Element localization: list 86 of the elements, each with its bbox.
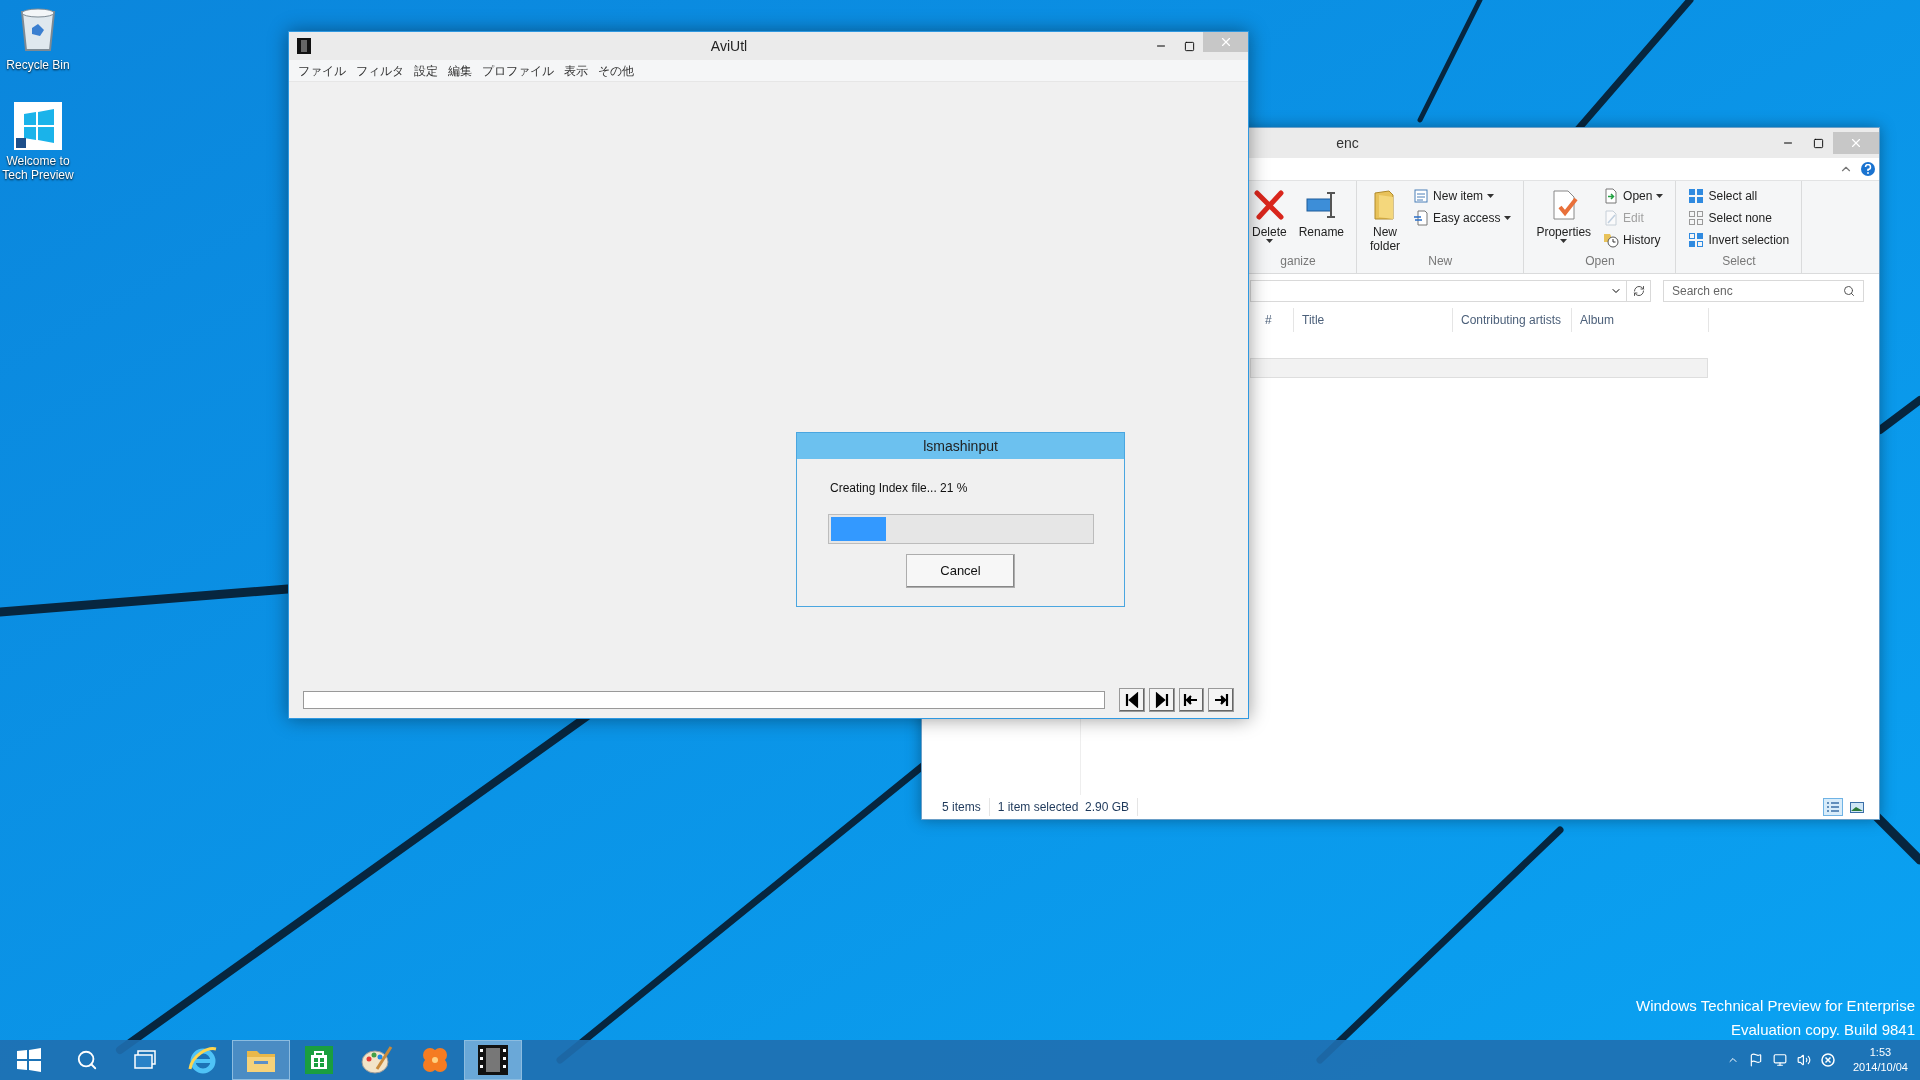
column-header[interactable]: Contributing artists xyxy=(1453,308,1572,332)
column-header[interactable]: Title xyxy=(1294,308,1453,332)
dropdown-caret-icon xyxy=(1487,194,1495,198)
search-input[interactable]: Search enc xyxy=(1672,282,1843,300)
browser-e-icon xyxy=(188,1045,218,1075)
details-view-icon[interactable] xyxy=(1823,798,1843,816)
edition-text: Windows Technical Preview for Enterprise xyxy=(1636,996,1915,1016)
volume-icon[interactable] xyxy=(1796,1053,1811,1067)
next-arrow-icon xyxy=(1153,692,1170,708)
ribbon-small-button[interactable]: History xyxy=(1599,229,1668,251)
paint-palette-icon xyxy=(361,1045,393,1075)
windows-logo-shortcut-icon[interactable] xyxy=(14,102,62,150)
maximize-icon xyxy=(1183,40,1195,52)
progress-message: Creating Index file... 21 % xyxy=(830,480,969,497)
invert-grid-icon xyxy=(1688,232,1705,248)
ribbon-small-button[interactable]: Select none xyxy=(1684,207,1794,229)
clock[interactable]: 1:53 2014/10/04 xyxy=(1852,1045,1908,1075)
edit-pencil-icon xyxy=(1603,210,1620,226)
search-icon[interactable] xyxy=(1843,285,1855,297)
next-frame-button[interactable] xyxy=(1148,688,1175,712)
ribbon-large-button[interactable]: Delete xyxy=(1248,185,1291,243)
grid-outline-icon xyxy=(1688,210,1705,226)
ribbon-large-button[interactable]: New folder xyxy=(1365,185,1406,253)
dropdown-caret-icon xyxy=(1560,239,1568,243)
ribbon-group-label: Select xyxy=(1721,253,1757,270)
maximize-icon xyxy=(1812,137,1824,149)
ribbon-small-button[interactable]: New item xyxy=(1409,185,1516,207)
menu-item[interactable]: 表示 xyxy=(559,61,593,80)
close-icon xyxy=(1849,136,1863,150)
easy-access-icon xyxy=(1413,210,1430,226)
clover-icon xyxy=(420,1045,450,1075)
windows-logo-icon xyxy=(17,1048,41,1072)
ribbon-group-label: New xyxy=(1427,253,1454,270)
help-icon[interactable] xyxy=(1861,162,1875,176)
ribbon-small-button[interactable]: Easy access xyxy=(1409,207,1516,229)
ribbon-group-label: ganize xyxy=(1279,253,1317,270)
search-icon xyxy=(76,1049,98,1071)
column-header[interactable]: # xyxy=(1257,308,1294,332)
last-frame-button[interactable] xyxy=(1208,688,1234,712)
menu-item[interactable]: その他 xyxy=(593,61,639,80)
edition-text: Evaluation copy. Build 9841 xyxy=(1731,1020,1915,1040)
prev-arrow-icon xyxy=(1124,692,1140,708)
ribbon-small-button[interactable]: Invert selection xyxy=(1684,229,1794,251)
ribbon-group-label: Open xyxy=(1584,253,1616,270)
desktop-icon-label[interactable]: Recycle Bin xyxy=(6,58,70,72)
dropdown-caret-icon xyxy=(1265,239,1273,243)
circle-x-icon[interactable] xyxy=(1820,1053,1835,1067)
search-field[interactable]: Search enc xyxy=(1663,280,1864,302)
film-strip-icon xyxy=(478,1045,508,1075)
window-title: enc xyxy=(1335,133,1360,153)
first-arrow-icon xyxy=(1183,692,1200,708)
status-text: 1 item selected 2.90 GB xyxy=(989,798,1139,816)
desktop-icon-label[interactable]: Welcome to Tech Preview xyxy=(0,154,76,182)
menu-item[interactable]: 設定 xyxy=(409,61,443,80)
column-header[interactable]: Album xyxy=(1572,308,1709,332)
dialog-title: lsmashinput xyxy=(797,433,1124,459)
new-item-icon xyxy=(1413,188,1430,204)
last-arrow-icon xyxy=(1213,692,1230,708)
grid-icon xyxy=(1688,188,1705,204)
task-view-icon xyxy=(133,1050,157,1070)
taskbar-button[interactable] xyxy=(464,1040,522,1080)
x-mark-icon xyxy=(1253,189,1286,221)
status-text: 5 items xyxy=(934,798,990,816)
shopping-bag-icon xyxy=(305,1046,333,1074)
text-box-cursor-icon xyxy=(1305,189,1338,221)
ribbon-small-button[interactable]: Select all xyxy=(1684,185,1794,207)
prev-frame-button[interactable] xyxy=(1119,688,1145,712)
flag-icon[interactable] xyxy=(1748,1053,1763,1067)
dropdown-caret-icon xyxy=(1504,216,1512,220)
network-icon[interactable] xyxy=(1772,1053,1787,1067)
history-clock-icon xyxy=(1603,232,1620,248)
window-title: AviUtl xyxy=(709,36,749,56)
menu-item[interactable]: フィルタ xyxy=(351,61,409,80)
ribbon-large-button[interactable]: Rename xyxy=(1294,185,1349,239)
refresh-icon[interactable] xyxy=(1632,285,1645,297)
seek-bar[interactable] xyxy=(303,691,1106,709)
menu-item[interactable]: プロファイル xyxy=(477,61,559,80)
menu-item[interactable]: 編集 xyxy=(443,61,477,80)
dropdown-caret-icon xyxy=(1656,194,1664,198)
ribbon-large-button[interactable]: Properties xyxy=(1532,185,1596,243)
menu-item[interactable]: ファイル xyxy=(293,61,351,80)
open-arrow-icon xyxy=(1603,188,1620,204)
cancel-button[interactable]: Cancel xyxy=(906,554,1015,588)
first-frame-button[interactable] xyxy=(1178,688,1205,712)
ribbon-small-button[interactable]: Open xyxy=(1599,185,1668,207)
film-strip-icon xyxy=(297,38,311,54)
